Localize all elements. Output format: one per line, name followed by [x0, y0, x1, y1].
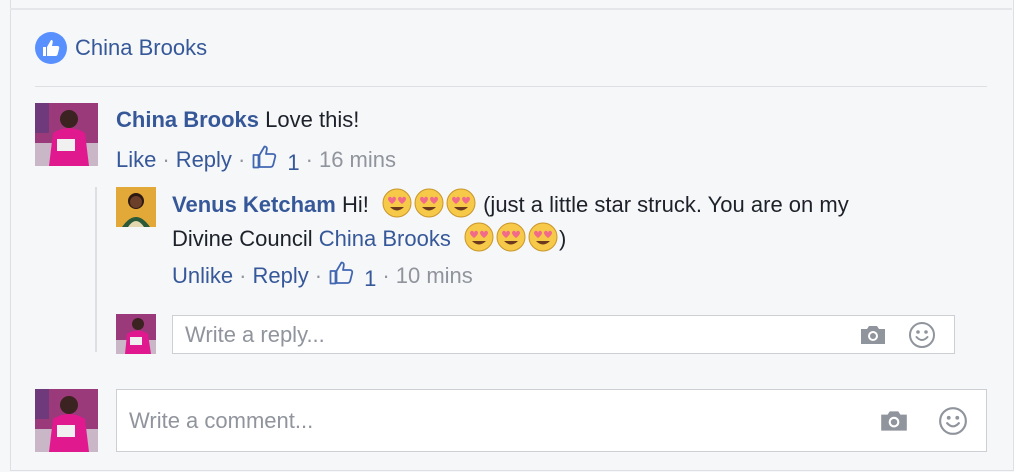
reply-input[interactable]: Write a reply...: [172, 315, 955, 354]
reply-text: ): [558, 226, 567, 251]
separator: ·: [305, 147, 313, 172]
current-user-avatar: [35, 389, 98, 452]
smiley-icon[interactable]: [908, 321, 936, 349]
like-count[interactable]: 1: [328, 260, 376, 292]
separator: ·: [162, 147, 170, 172]
heart-eyes-emoji-icon: [414, 188, 444, 218]
reply-input-placeholder: Write a reply...: [185, 321, 325, 347]
top-border: [10, 8, 1012, 10]
separator: ·: [314, 263, 323, 288]
reply-link[interactable]: Reply: [252, 263, 308, 289]
reply-author[interactable]: Venus Ketcham: [172, 192, 336, 217]
timestamp[interactable]: 16 mins: [319, 147, 396, 173]
reply-text: (just a little star struck. You are on m…: [483, 192, 849, 217]
current-user-avatar: [116, 314, 156, 354]
thumbs-up-icon: [329, 261, 354, 285]
divider: [35, 86, 987, 87]
heart-eyes-emoji-icon: [382, 188, 412, 218]
reply-body: Venus Ketcham Hi! (just a little star st…: [172, 187, 932, 255]
like-count-value: 1: [287, 150, 300, 175]
camera-icon[interactable]: [878, 408, 910, 434]
reply-text: Divine Council: [172, 226, 313, 251]
comment-input-placeholder: Write a comment...: [129, 407, 314, 433]
like-reaction-icon: [35, 32, 67, 64]
avatar[interactable]: [35, 103, 98, 166]
comment-actions: Like · Reply · 1 · 16 mins: [116, 144, 396, 176]
timestamp[interactable]: 10 mins: [396, 263, 473, 289]
comment-body: China Brooks Love this!: [116, 103, 359, 136]
camera-icon[interactable]: [858, 323, 888, 347]
heart-eyes-emoji-icon: [496, 222, 526, 252]
heart-eyes-emoji-group: [457, 222, 559, 252]
separator: ·: [382, 263, 390, 288]
thumbs-up-icon: [252, 145, 277, 169]
like-link[interactable]: Like: [116, 147, 156, 173]
heart-eyes-emoji-icon: [464, 222, 494, 252]
reply-actions: Unlike · Reply · 1 · 10 mins: [172, 260, 473, 292]
likes-summary-name[interactable]: China Brooks: [75, 35, 207, 61]
unlike-link[interactable]: Unlike: [172, 263, 233, 289]
comment-input[interactable]: Write a comment...: [116, 389, 987, 452]
reply-avatar[interactable]: [116, 187, 156, 227]
comment-author[interactable]: China Brooks: [116, 107, 259, 132]
reply-text: Hi!: [341, 192, 369, 217]
heart-eyes-emoji-icon: [528, 222, 558, 252]
reply-link[interactable]: Reply: [176, 147, 232, 173]
likes-summary: China Brooks: [35, 31, 207, 65]
heart-eyes-emoji-icon: [446, 188, 476, 218]
mention-link[interactable]: China Brooks: [319, 226, 451, 251]
heart-eyes-emoji-group: [375, 188, 483, 218]
like-count-value: 1: [364, 266, 377, 291]
like-count[interactable]: 1: [251, 144, 300, 176]
smiley-icon[interactable]: [938, 406, 968, 436]
reply-thread-line: [95, 187, 97, 352]
separator: ·: [239, 263, 247, 288]
comment-text: Love this!: [265, 107, 360, 132]
separator: ·: [237, 147, 246, 172]
